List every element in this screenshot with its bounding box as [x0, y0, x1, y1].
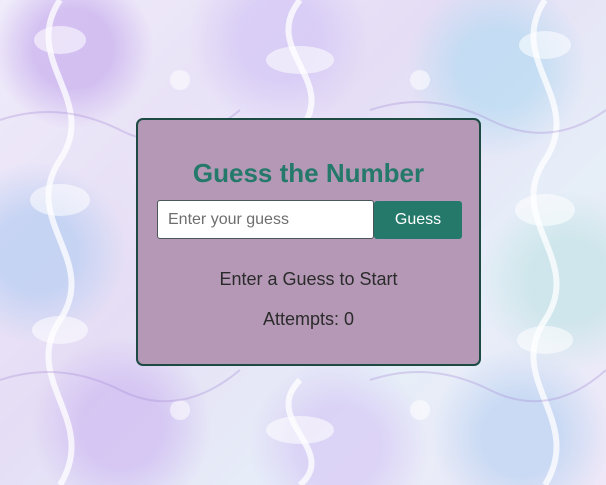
game-title: Guess the Number: [192, 158, 425, 188]
guess-button[interactable]: Guess: [374, 201, 462, 239]
guess-input[interactable]: [157, 200, 374, 239]
attempts-counter: Attempts: 0: [262, 309, 355, 329]
game-card: Guess the Number Guess Enter a Guess to …: [136, 118, 481, 366]
status-message: Enter a Guess to Start: [219, 269, 398, 289]
